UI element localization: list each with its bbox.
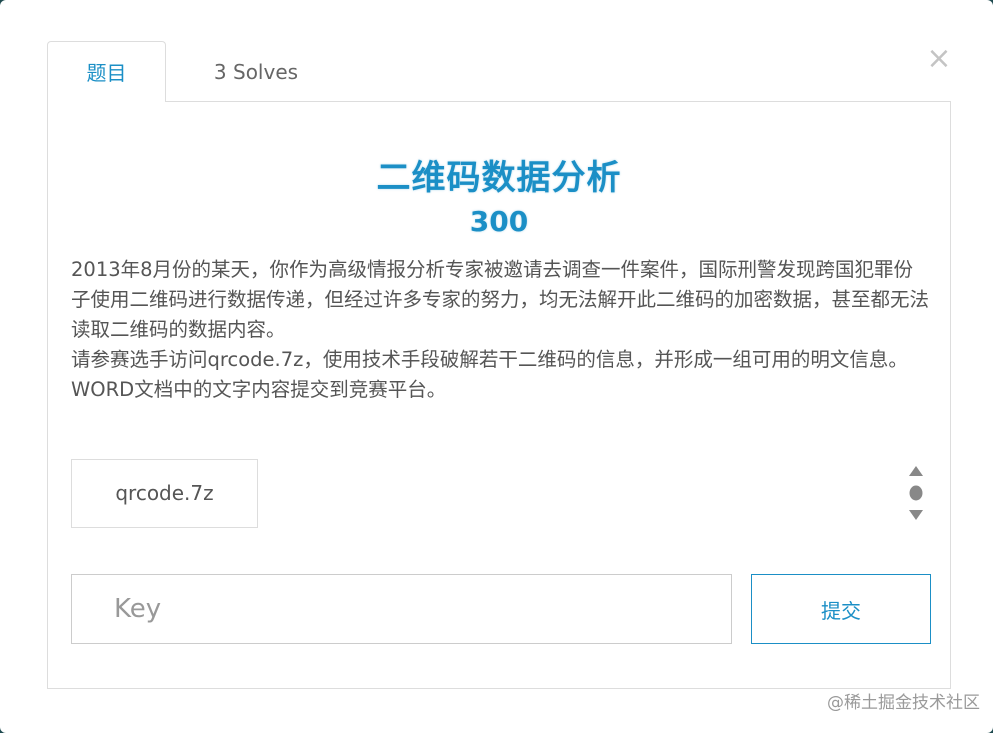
file-download-link[interactable]: qrcode.7z <box>71 459 258 528</box>
arrow-up-icon <box>909 466 923 476</box>
description-paragraph: 2013年8月份的某天，你作为高级情报分析专家被邀请去调查一件案件，国际刑警发现… <box>71 258 930 341</box>
challenge-description: 2013年8月份的某天，你作为高级情报分析专家被邀请去调查一件案件，国际刑警发现… <box>71 255 931 405</box>
tab-challenge-label: 题目 <box>86 61 127 85</box>
challenge-points: 300 <box>469 205 529 238</box>
tab-challenge[interactable]: 题目 <box>47 41 166 102</box>
description-paragraph: WORD文档中的文字内容提交到竞赛平台。 <box>71 378 447 401</box>
close-button[interactable]: × <box>924 44 954 74</box>
challenge-modal: × 题目 3 Solves 二维码数据分析 300 2013年8月份的某天，你作… <box>0 0 993 733</box>
description-paragraph: 请参赛选手访问qrcode.7z，使用技术手段破解若干二维码的信息，并形成一组可… <box>71 348 908 371</box>
scroll-thumb-icon <box>909 485 923 501</box>
watermark: @稀土掘金技术社区 <box>827 693 980 713</box>
file-name: qrcode.7z <box>115 481 214 505</box>
scroll-control[interactable] <box>904 462 928 524</box>
arrow-down-icon <box>909 510 923 520</box>
key-input[interactable] <box>71 574 732 644</box>
tab-solves-label: 3 Solves <box>213 60 299 84</box>
tab-solves[interactable]: 3 Solves <box>166 41 346 101</box>
challenge-title: 二维码数据分析 <box>376 158 622 198</box>
submit-button[interactable]: 提交 <box>751 574 931 644</box>
